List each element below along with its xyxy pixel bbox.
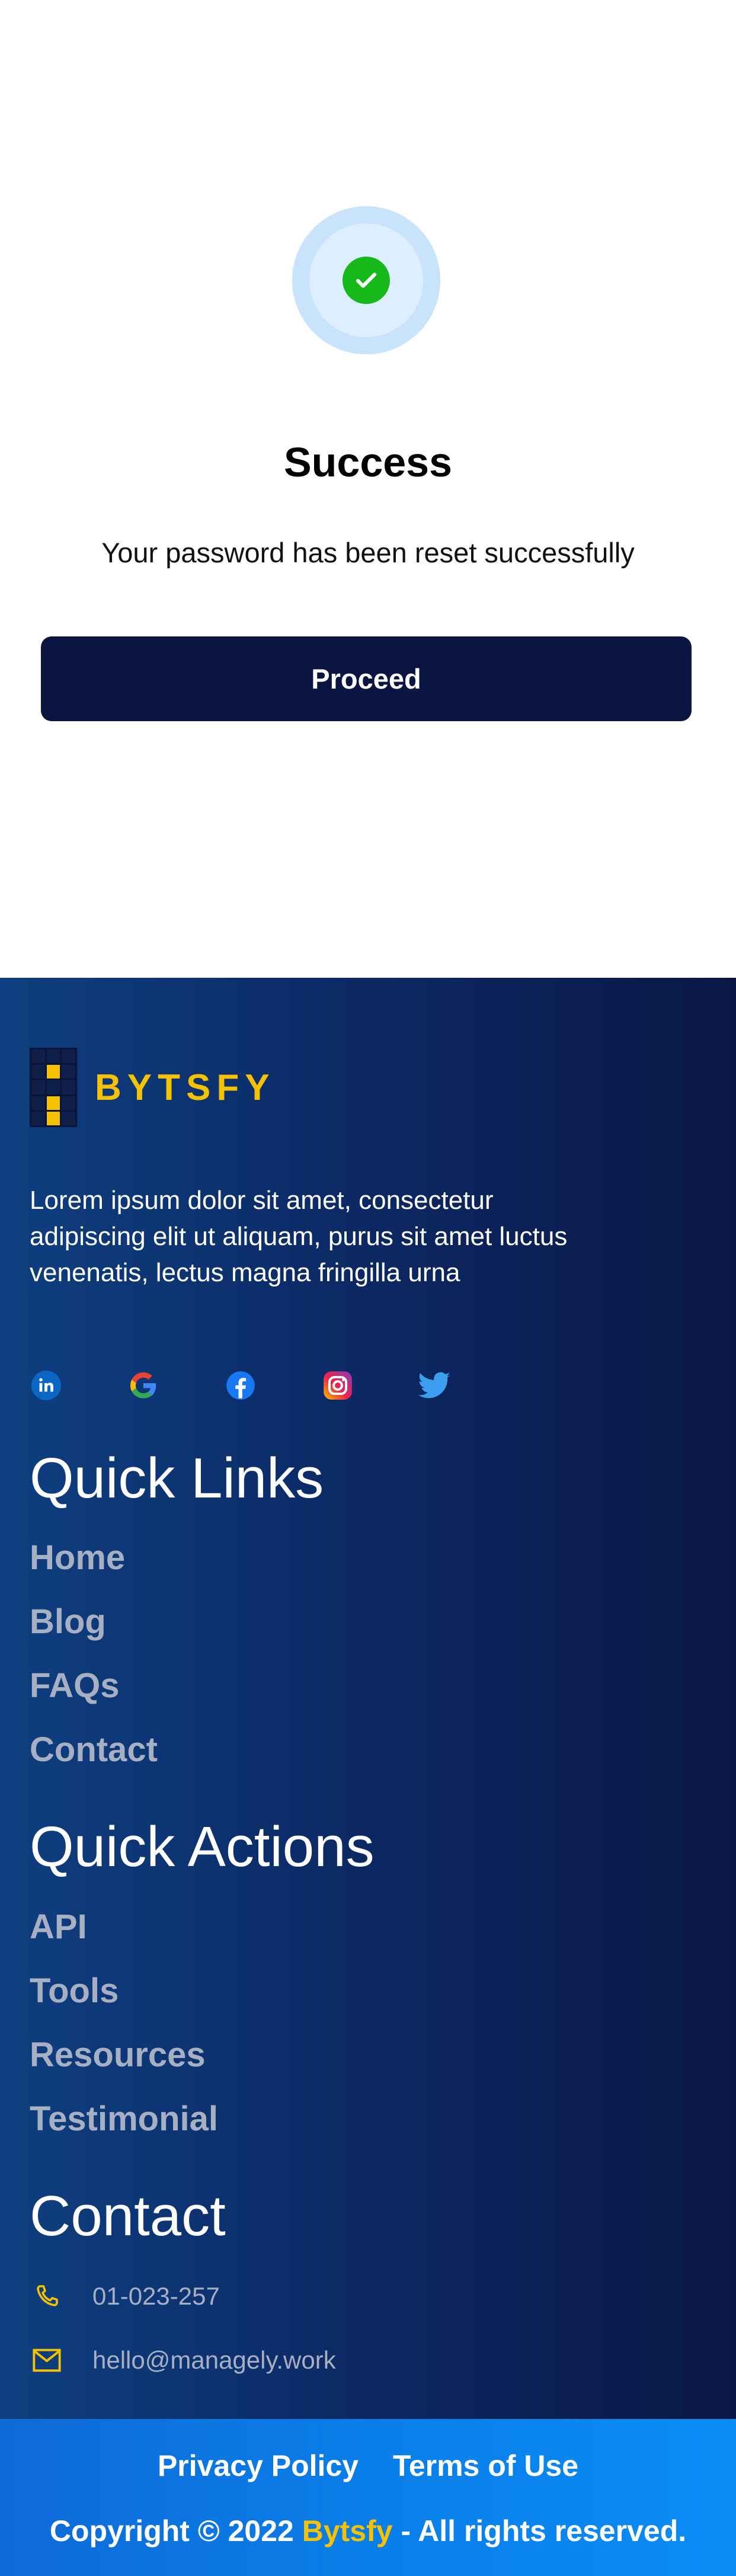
brand-name: BYTSFY xyxy=(95,1067,276,1108)
quick-links-heading: Quick Links xyxy=(30,1447,324,1510)
facebook-icon[interactable] xyxy=(224,1369,257,1401)
footer-link-api[interactable]: API xyxy=(30,1907,87,1947)
success-badge xyxy=(292,206,440,354)
contact-email-address: hello@managely.work xyxy=(92,2346,336,2374)
logo-mark-icon xyxy=(30,1048,77,1127)
footer-link-contact[interactable]: Contact xyxy=(30,1730,158,1769)
footer-link-testimonial[interactable]: Testimonial xyxy=(30,2099,218,2139)
bottom-bar: Privacy Policy Terms of Use Copyright © … xyxy=(0,2419,736,2576)
legal-links: Privacy Policy Terms of Use xyxy=(0,2449,736,2483)
footer-about: Lorem ipsum dolor sit amet, consectetur … xyxy=(30,1186,568,1287)
mail-icon xyxy=(30,2343,64,2377)
footer-link-home[interactable]: Home xyxy=(30,1538,125,1577)
quick-actions-heading: Quick Actions xyxy=(30,1815,375,1879)
contact-phone-number: 01-023-257 xyxy=(92,2282,220,2310)
brand-logo[interactable]: BYTSFY xyxy=(30,1048,276,1127)
google-icon[interactable] xyxy=(127,1369,159,1401)
contact-phone[interactable]: 01-023-257 xyxy=(30,2279,220,2313)
twitter-icon[interactable] xyxy=(418,1369,451,1401)
instagram-icon[interactable] xyxy=(321,1369,354,1401)
footer-link-blog[interactable]: Blog xyxy=(30,1602,106,1641)
footer-link-faqs[interactable]: FAQs xyxy=(30,1666,120,1705)
copyright: Copyright © 2022 Bytsfy - All rights res… xyxy=(0,2514,736,2548)
check-circle-icon xyxy=(343,257,390,304)
copyright-prefix: Copyright © 2022 xyxy=(49,2514,294,2548)
success-message: Your password has been reset successfull… xyxy=(101,537,635,568)
footer-link-resources[interactable]: Resources xyxy=(30,2035,206,2075)
success-section: Success Your password has been reset suc… xyxy=(0,0,736,978)
contact-heading: Contact xyxy=(30,2184,226,2248)
site-footer: BYTSFY Lorem ipsum dolor sit amet, conse… xyxy=(0,978,736,2419)
copyright-brand: Bytsfy xyxy=(302,2514,393,2548)
contact-email[interactable]: hello@managely.work xyxy=(30,2343,336,2377)
linkedin-icon[interactable] xyxy=(30,1369,62,1401)
social-links xyxy=(30,1369,451,1401)
terms-of-use-link[interactable]: Terms of Use xyxy=(393,2449,578,2482)
proceed-button[interactable]: Proceed xyxy=(41,636,692,721)
footer-link-tools[interactable]: Tools xyxy=(30,1971,119,2011)
success-title: Success xyxy=(283,439,453,485)
phone-icon xyxy=(30,2279,64,2313)
copyright-suffix: - All rights reserved. xyxy=(401,2514,687,2548)
privacy-policy-link[interactable]: Privacy Policy xyxy=(158,2449,359,2482)
